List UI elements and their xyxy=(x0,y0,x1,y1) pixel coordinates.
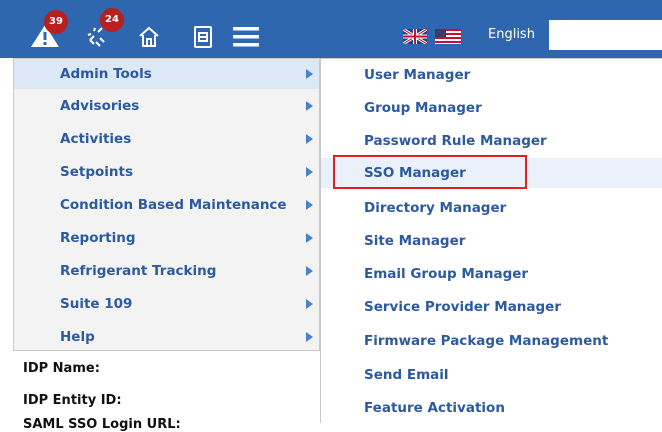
menu-item-advisories[interactable]: Advisories xyxy=(14,91,319,121)
home-icon[interactable] xyxy=(137,25,161,53)
menu-item-label: Refrigerant Tracking xyxy=(60,263,217,279)
top-navigation-bar: 39 24 English xyxy=(0,0,662,58)
submenu-item-label: Firmware Package Management xyxy=(364,333,609,349)
connections-count-badge: 24 xyxy=(100,8,124,32)
main-dropdown-menu: Admin Tools Advisories Activities Setpoi… xyxy=(13,58,320,351)
us-flag-icon[interactable] xyxy=(435,29,461,48)
menu-item-reporting[interactable]: Reporting xyxy=(14,223,319,253)
submenu-item-email-group-manager[interactable]: Email Group Manager xyxy=(321,259,662,289)
submenu-item-label: Site Manager xyxy=(364,233,466,249)
chevron-right-icon xyxy=(306,101,313,111)
submenu-item-label: User Manager xyxy=(364,67,471,83)
submenu-item-label: Group Manager xyxy=(364,100,482,116)
menu-item-help[interactable]: Help xyxy=(14,322,319,352)
menu-item-label: Admin Tools xyxy=(60,66,152,82)
saml-sso-login-url-label: SAML SSO Login URL: xyxy=(23,417,181,432)
menu-item-condition-based-maintenance[interactable]: Condition Based Maintenance xyxy=(14,190,319,220)
sso-manager-highlight-box xyxy=(333,155,527,189)
idp-entity-id-label: IDP Entity ID: xyxy=(23,393,122,408)
submenu-item-directory-manager[interactable]: Directory Manager xyxy=(321,193,662,223)
submenu-item-label: Feature Activation xyxy=(364,400,505,416)
menu-item-suite-109[interactable]: Suite 109 xyxy=(14,289,319,319)
submenu-item-user-manager[interactable]: User Manager xyxy=(321,60,662,90)
submenu-item-label: Password Rule Manager xyxy=(364,133,547,149)
search-input[interactable] xyxy=(549,20,662,50)
submenu-item-label: Send Email xyxy=(364,367,449,383)
submenu-item-feature-activation[interactable]: Feature Activation xyxy=(321,393,662,423)
chevron-right-icon xyxy=(306,167,313,177)
menu-item-activities[interactable]: Activities xyxy=(14,124,319,154)
submenu-item-firmware-package-management[interactable]: Firmware Package Management xyxy=(321,326,662,356)
alerts-count-badge: 39 xyxy=(44,10,68,34)
submenu-item-service-provider-manager[interactable]: Service Provider Manager xyxy=(321,292,662,322)
menu-item-label: Setpoints xyxy=(60,164,133,180)
submenu-item-group-manager[interactable]: Group Manager xyxy=(321,93,662,123)
menu-item-label: Activities xyxy=(60,131,132,147)
uk-flag-icon[interactable] xyxy=(402,27,428,48)
chevron-right-icon xyxy=(306,134,313,144)
chevron-right-icon xyxy=(306,332,313,342)
menu-item-label: Suite 109 xyxy=(60,296,133,312)
chevron-right-icon xyxy=(306,200,313,210)
chevron-right-icon xyxy=(306,299,313,309)
submenu-item-label: Email Group Manager xyxy=(364,266,529,282)
menu-item-label: Advisories xyxy=(60,98,140,114)
submenu-item-send-email[interactable]: Send Email xyxy=(321,360,662,390)
document-icon[interactable] xyxy=(193,25,213,53)
submenu-item-password-rule-manager[interactable]: Password Rule Manager xyxy=(321,126,662,156)
hamburger-menu-icon[interactable] xyxy=(233,26,259,52)
menu-item-setpoints[interactable]: Setpoints xyxy=(14,157,319,187)
chevron-right-icon xyxy=(306,266,313,276)
chevron-right-icon xyxy=(306,233,313,243)
submenu-item-label: Directory Manager xyxy=(364,200,507,216)
idp-name-label: IDP Name: xyxy=(23,361,100,376)
chevron-right-icon xyxy=(306,69,313,79)
admin-tools-submenu: User Manager Group Manager Password Rule… xyxy=(320,58,662,423)
menu-item-admin-tools[interactable]: Admin Tools xyxy=(14,59,319,89)
menu-item-label: Condition Based Maintenance xyxy=(60,197,287,213)
submenu-item-label: Service Provider Manager xyxy=(364,299,561,315)
menu-item-refrigerant-tracking[interactable]: Refrigerant Tracking xyxy=(14,256,319,286)
submenu-item-site-manager[interactable]: Site Manager xyxy=(321,226,662,256)
language-label[interactable]: English xyxy=(488,22,552,48)
menu-item-label: Help xyxy=(60,329,95,345)
menu-item-label: Reporting xyxy=(60,230,136,246)
